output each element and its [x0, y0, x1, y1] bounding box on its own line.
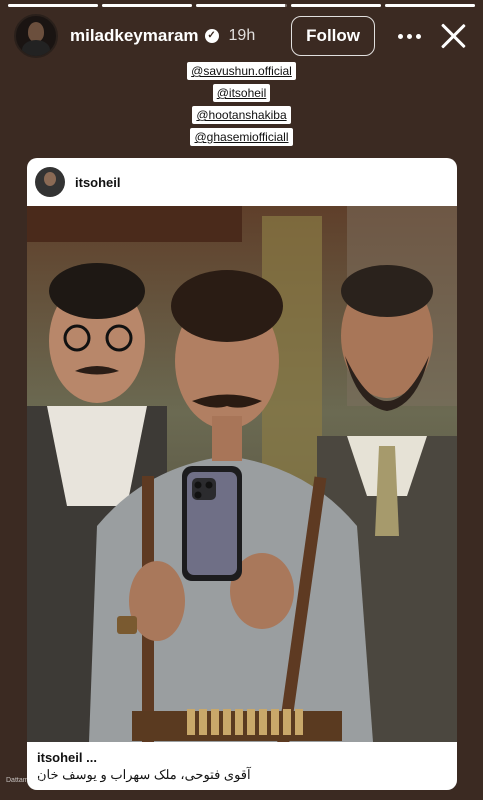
progress-segment: [102, 4, 193, 7]
follow-button[interactable]: Follow: [291, 16, 375, 56]
story-header: miladkeymaram ✓ 19h Follow: [14, 14, 469, 58]
story-username[interactable]: miladkeymaram: [70, 26, 199, 46]
more-options-icon[interactable]: [391, 18, 427, 54]
post-caption: itsoheil ... آقوی فتوحی، ملک سهراب و یوس…: [27, 742, 457, 790]
progress-segment: [290, 4, 381, 7]
avatar[interactable]: [14, 14, 58, 58]
shared-post-header: itsoheil: [27, 158, 457, 206]
close-icon[interactable]: [437, 20, 469, 52]
verified-badge-icon: ✓: [204, 29, 219, 43]
mention-tag[interactable]: @savushun.official: [187, 62, 296, 80]
mention-list: @savushun.official @itsoheil @hootanshak…: [0, 62, 483, 150]
story-progress: [8, 4, 476, 7]
caption-username[interactable]: itsoheil ...: [37, 750, 447, 765]
watermark: Dattamoonha24: [6, 777, 56, 784]
post-username[interactable]: itsoheil: [75, 175, 121, 190]
mention-tag[interactable]: @hootanshakiba: [192, 106, 291, 124]
shared-post-card[interactable]: itsoheil itsoheil ... آقوی فتوحی، ملک سه…: [27, 158, 457, 790]
post-avatar[interactable]: [35, 167, 65, 197]
mention-tag[interactable]: @ghasemiofficiall: [190, 128, 293, 146]
mention-tag[interactable]: @itsoheil: [212, 84, 271, 102]
caption-text: آقوی فتوحی، ملک سهراب و یوسف خان: [37, 767, 251, 782]
post-time: 19h: [228, 27, 256, 44]
progress-segment: [384, 4, 476, 7]
progress-segment: [196, 4, 287, 7]
post-photo: [27, 206, 457, 790]
progress-segment: [8, 4, 99, 7]
